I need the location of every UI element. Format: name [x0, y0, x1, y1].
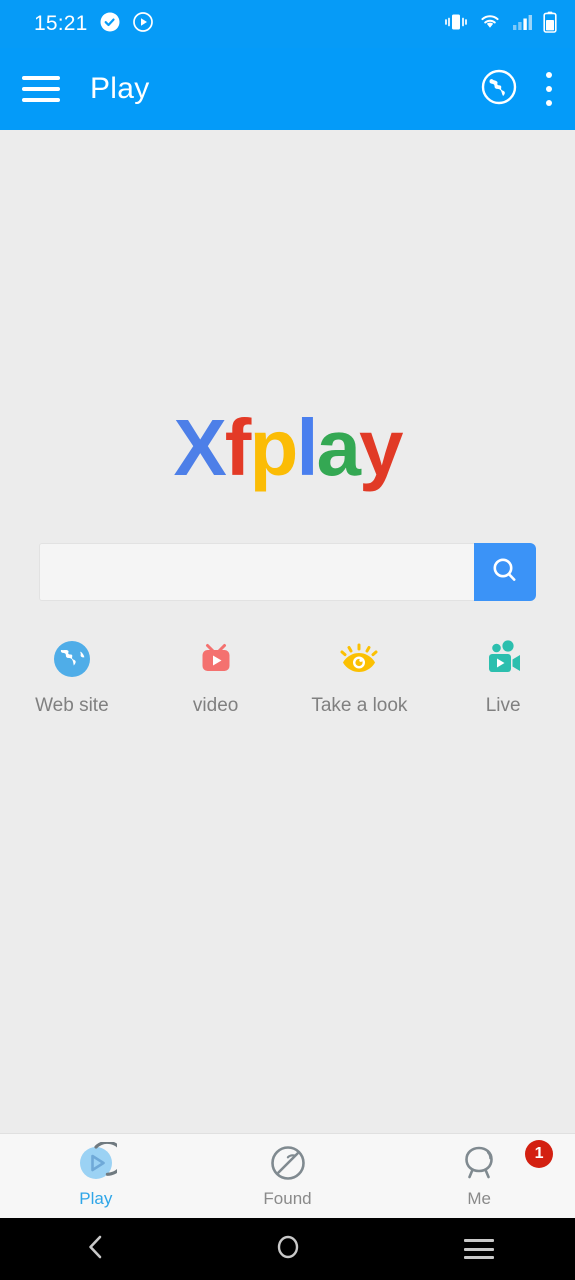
- globe-icon: [50, 635, 94, 683]
- nav-item-me[interactable]: Me 1: [383, 1134, 575, 1218]
- logo-letter: p: [249, 403, 298, 492]
- status-badge: 1: [525, 1140, 554, 1168]
- logo-letter: a: [316, 403, 361, 492]
- chevron-left-icon: [83, 1232, 109, 1267]
- shortcut-web-site[interactable]: Web site: [0, 635, 144, 717]
- shortcut-label: video: [192, 695, 239, 716]
- android-navigation-bar: [0, 1218, 575, 1280]
- more-vertical-icon[interactable]: [545, 72, 553, 106]
- android-home-button[interactable]: [192, 1232, 384, 1267]
- tv-play-icon: [194, 635, 238, 683]
- shortcut-take-a-look[interactable]: Take a look: [288, 635, 432, 717]
- search-icon: [488, 554, 522, 591]
- hamburger-menu-icon[interactable]: [22, 76, 60, 102]
- person-icon: [458, 1143, 500, 1183]
- search-input[interactable]: [39, 543, 474, 601]
- app-logo: Xfplay: [0, 408, 575, 488]
- shortcut-label: Take a look: [311, 695, 408, 716]
- status-bar: 15:21: [0, 0, 575, 48]
- page-title: Play: [90, 72, 150, 105]
- phone-screen: 15:21 Play Xfplay Web site video Take a …: [0, 0, 575, 1280]
- nav-item-label: Play: [79, 1189, 113, 1208]
- logo-letter: l: [296, 403, 318, 492]
- status-bar-clock: 15:21: [34, 12, 88, 35]
- signal-icon: [512, 13, 532, 36]
- circle-icon: [274, 1232, 302, 1267]
- play-circle-icon: [75, 1142, 117, 1183]
- video-camera-people-icon: [479, 635, 527, 683]
- vibrate-icon: [444, 12, 468, 37]
- bottom-navigation: Play Found Me 1: [0, 1133, 575, 1218]
- search-button[interactable]: [474, 543, 536, 601]
- globe-icon[interactable]: [479, 67, 519, 112]
- logo-letter: f: [224, 403, 252, 492]
- battery-icon: [543, 11, 557, 38]
- logo-letter: X: [173, 403, 226, 492]
- shortcut-row: Web site video Take a look Live: [0, 635, 575, 717]
- shortcut-label: Web site: [35, 695, 109, 716]
- nav-item-label: Me: [467, 1189, 491, 1208]
- shortcut-video[interactable]: video: [144, 635, 288, 717]
- logo-letter: y: [359, 403, 403, 492]
- app-bar: Play: [0, 48, 575, 130]
- app-bar-actions: [479, 67, 553, 112]
- compass-icon: [267, 1143, 309, 1183]
- nav-item-label: Found: [263, 1189, 312, 1208]
- shortcut-label: Live: [485, 695, 521, 716]
- shortcut-live[interactable]: Live: [431, 635, 575, 717]
- nav-item-play[interactable]: Play: [0, 1134, 192, 1218]
- main-content: Xfplay Web site video Take a look Live: [0, 130, 575, 1133]
- hamburger-icon: [464, 1239, 495, 1259]
- nav-item-found[interactable]: Found: [192, 1134, 384, 1218]
- android-back-button[interactable]: [0, 1232, 192, 1267]
- status-bar-left: 15:21: [34, 11, 154, 38]
- check-badge-icon: [99, 11, 121, 38]
- play-circle-icon: [132, 11, 154, 38]
- android-recents-button[interactable]: [383, 1239, 575, 1259]
- wifi-icon: [479, 13, 501, 36]
- search-bar: [39, 543, 536, 601]
- eye-icon: [335, 635, 383, 683]
- status-bar-right: [444, 11, 557, 38]
